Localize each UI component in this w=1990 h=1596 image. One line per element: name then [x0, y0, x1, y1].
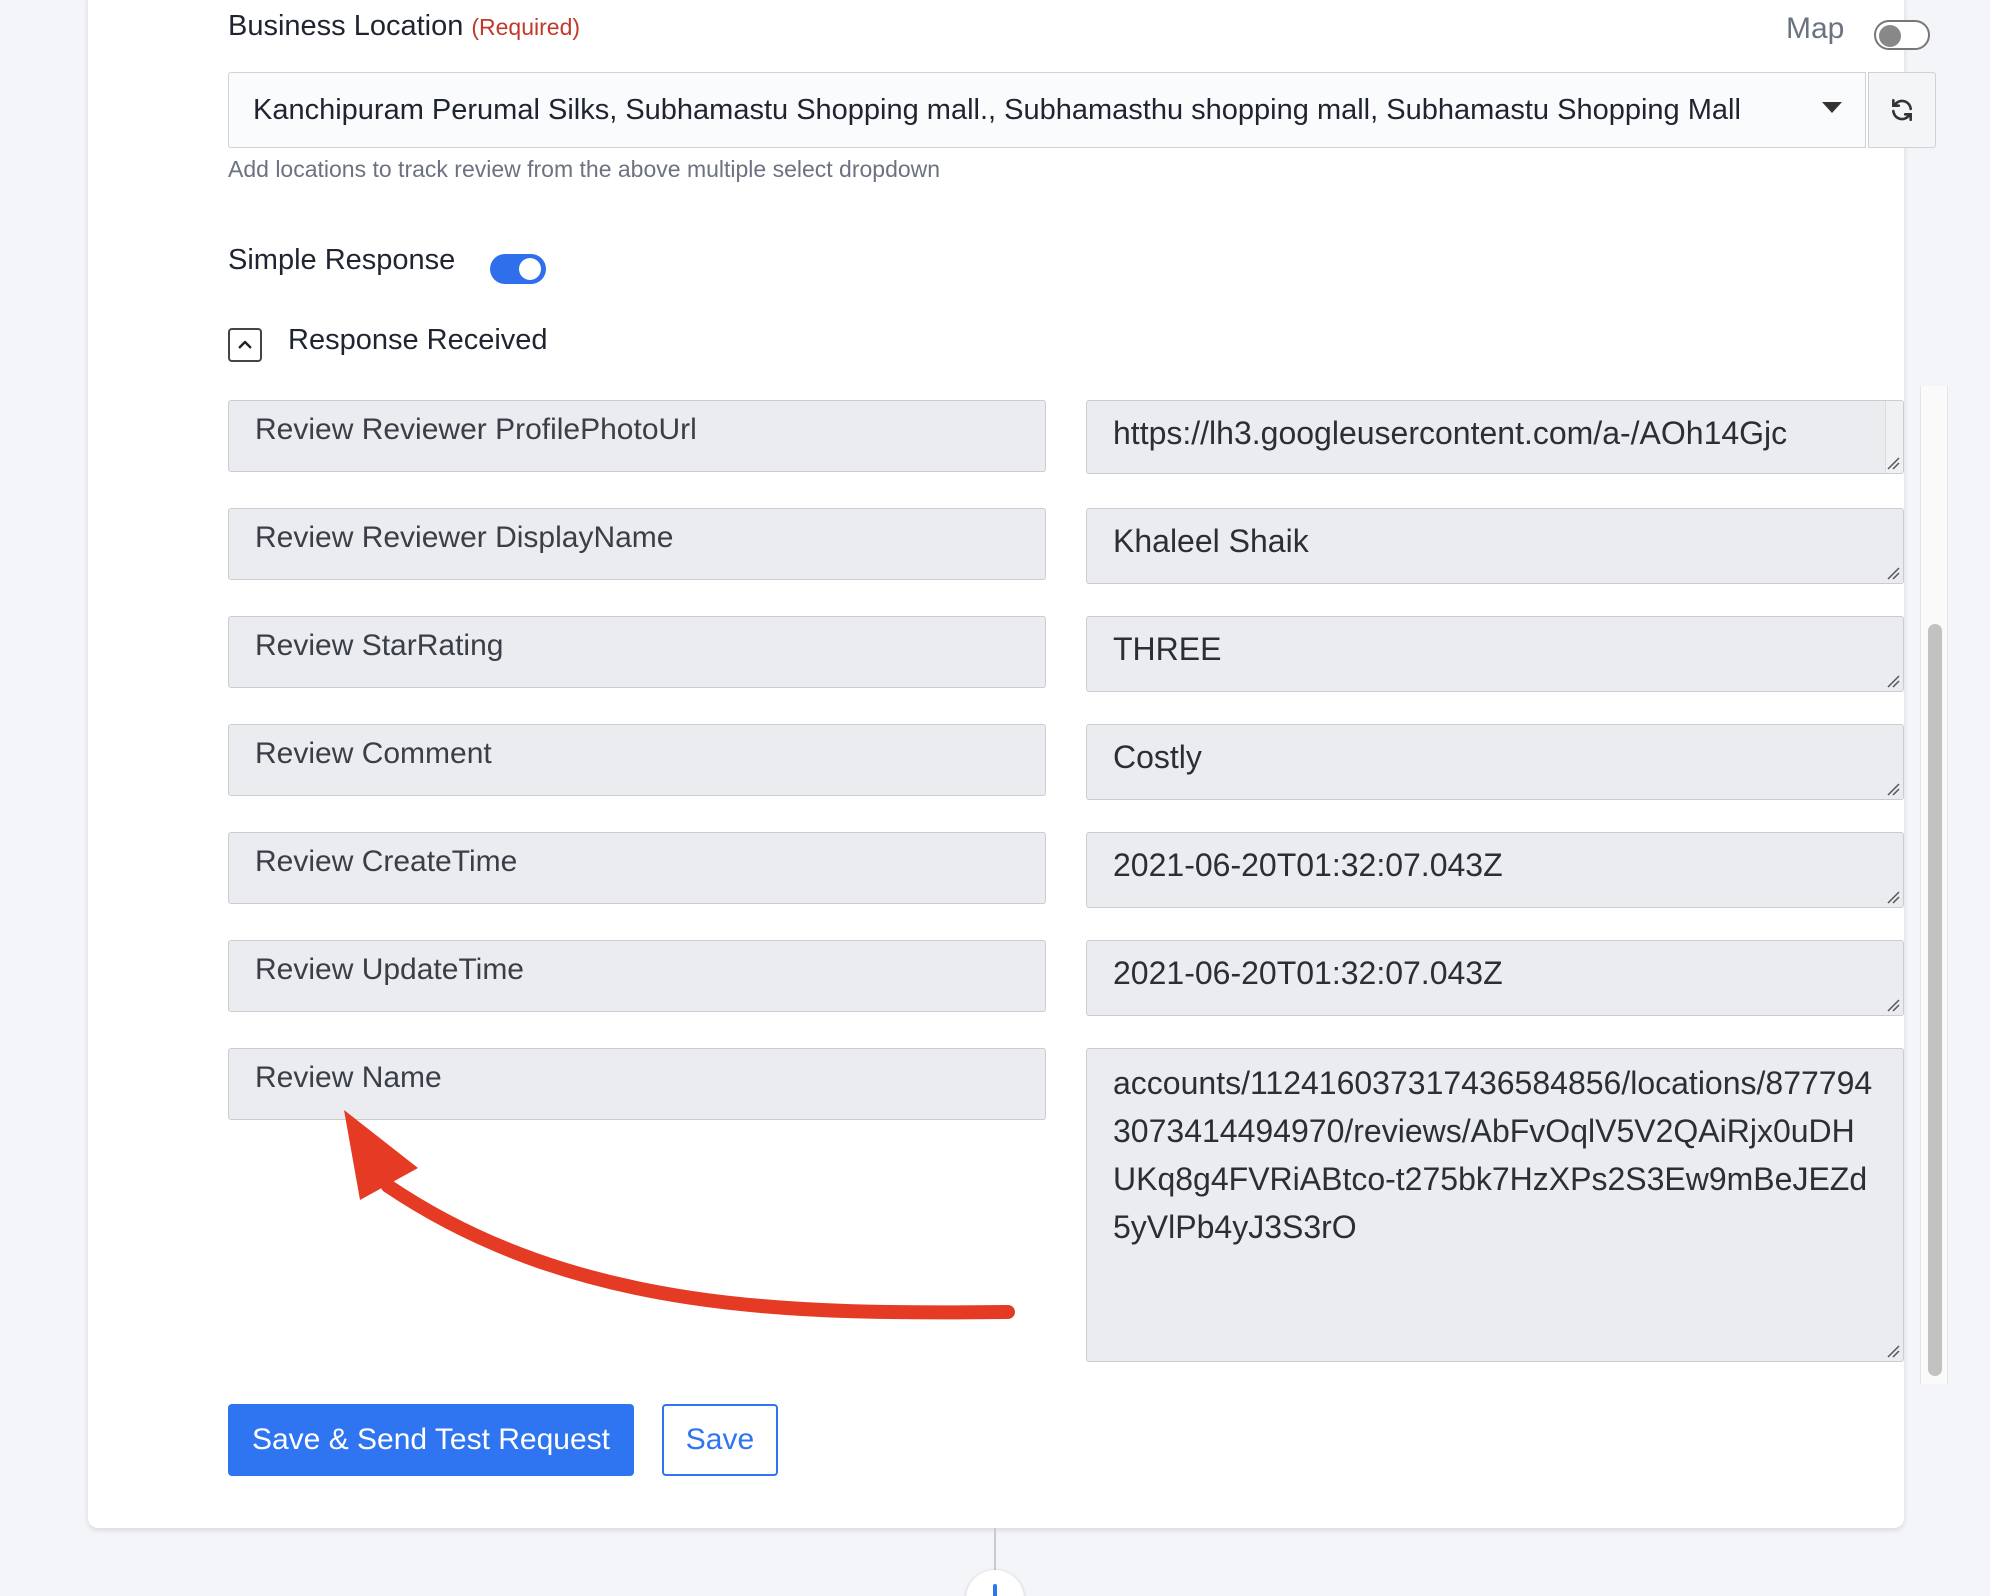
business-location-selected-value: Kanchipuram Perumal Silks, Subhamastu Sh… [253, 93, 1741, 126]
refresh-locations-button[interactable] [1868, 72, 1936, 148]
add-step-button[interactable] [966, 1570, 1024, 1596]
response-value-text: THREE [1113, 631, 1222, 667]
response-key-field: Review UpdateTime [228, 940, 1046, 1012]
simple-response-toggle-knob [519, 258, 541, 280]
response-value-field[interactable]: https://lh3.googleusercontent.com/a-/AOh… [1086, 400, 1904, 474]
response-key-field: Review Reviewer ProfilePhotoUrl [228, 400, 1046, 472]
plus-icon [993, 1584, 997, 1596]
resize-grip-icon[interactable] [1886, 674, 1900, 688]
simple-response-label: Simple Response [228, 244, 456, 276]
map-toggle-knob [1879, 25, 1901, 47]
save-button[interactable]: Save [662, 1404, 778, 1476]
resize-grip-icon[interactable] [1886, 782, 1900, 796]
flow-connector-line [994, 1528, 996, 1570]
map-label: Map [1786, 12, 1845, 45]
response-value-field[interactable]: 2021-06-20T01:32:07.043Z [1086, 940, 1904, 1016]
response-value-field[interactable]: 2021-06-20T01:32:07.043Z [1086, 832, 1904, 908]
resize-grip-icon[interactable] [1886, 1344, 1900, 1358]
business-location-header: Business Location (Required) [228, 10, 580, 43]
response-value-text: 2021-06-20T01:32:07.043Z [1113, 847, 1503, 883]
response-value-text: Khaleel Shaik [1113, 523, 1309, 559]
step-config-card: Business Location (Required) Map Kanchipu… [88, 0, 1948, 1528]
resize-grip-icon[interactable] [1886, 890, 1900, 904]
response-value-field[interactable]: Costly [1086, 724, 1904, 800]
response-key-field: Review StarRating [228, 616, 1046, 688]
response-scrollbar-thumb[interactable] [1928, 624, 1942, 1376]
annotation-arrow-icon [344, 1110, 1015, 1320]
caret-down-icon[interactable] [1822, 102, 1842, 113]
map-toggle[interactable] [1874, 20, 1930, 50]
response-value-field[interactable]: accounts/112416037317436584856/locations… [1086, 1048, 1904, 1362]
business-location-hint: Add locations to track review from the a… [228, 156, 941, 182]
response-value-field[interactable]: THREE [1086, 616, 1904, 692]
response-value-text: https://lh3.googleusercontent.com/a-/AOh… [1113, 415, 1788, 451]
response-received-collapse-button[interactable] [228, 328, 262, 362]
required-indicator: (Required) [471, 14, 581, 40]
chevron-up-icon [238, 340, 252, 349]
save-and-send-test-request-button[interactable]: Save & Send Test Request [228, 1404, 634, 1476]
response-value-text: accounts/112416037317436584856/locations… [1113, 1065, 1873, 1245]
response-received-label: Response Received [288, 324, 548, 356]
response-value-text: Costly [1113, 739, 1202, 775]
response-value-text: 2021-06-20T01:32:07.043Z [1113, 955, 1503, 991]
response-key-field: Review Reviewer DisplayName [228, 508, 1046, 580]
resize-grip-icon[interactable] [1886, 456, 1900, 470]
response-key-field: Review Comment [228, 724, 1046, 796]
response-value-field[interactable]: Khaleel Shaik [1086, 508, 1904, 584]
resize-grip-icon[interactable] [1886, 998, 1900, 1012]
refresh-icon [1892, 98, 1912, 122]
response-key-field: Review CreateTime [228, 832, 1046, 904]
business-location-select[interactable]: Kanchipuram Perumal Silks, Subhamastu Sh… [228, 72, 1866, 148]
simple-response-toggle[interactable] [490, 254, 546, 284]
resize-grip-icon[interactable] [1886, 566, 1900, 580]
business-location-label: Business Location [228, 10, 464, 42]
